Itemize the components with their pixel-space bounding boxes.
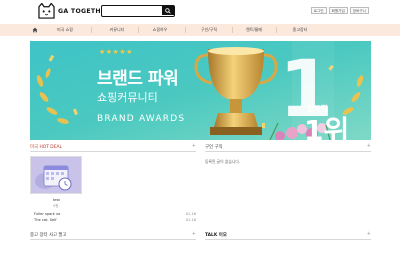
jobs-empty-message: 등록된 글이 없습니다. bbox=[205, 159, 241, 164]
main-nav: 미국 쇼핑 커뮤니티 쇼핑하우 구인/구직 렌트/룸메 중고장터 bbox=[0, 24, 400, 36]
search-box bbox=[101, 5, 175, 17]
list-item-date: 01.16 bbox=[185, 212, 196, 216]
nav-home[interactable] bbox=[30, 24, 40, 36]
nav-item-us-shopping[interactable]: 미국 쇼핑 bbox=[57, 24, 73, 36]
list-item[interactable]: Fuller spark vo 01.16 bbox=[34, 212, 196, 217]
product-card-image[interactable] bbox=[30, 156, 82, 194]
signup-link[interactable]: 회원가입 bbox=[328, 7, 348, 14]
nav-divider bbox=[91, 27, 92, 33]
product-price: 0원 bbox=[53, 204, 59, 208]
nav-divider bbox=[138, 27, 139, 33]
product-thumbnail bbox=[31, 157, 81, 193]
nav-item-jobs[interactable]: 구인/구직 bbox=[201, 24, 217, 36]
nav-item-used-market[interactable]: 중고장터 bbox=[293, 24, 308, 36]
nav-item-shopping-how[interactable]: 쇼핑하우 bbox=[153, 24, 168, 36]
used-market-more-button[interactable]: + bbox=[192, 231, 196, 237]
cat-logo-icon bbox=[38, 3, 55, 19]
cart-link[interactable]: 장바구니 bbox=[349, 7, 369, 14]
banner-title: 브랜드 파워 bbox=[97, 69, 179, 89]
used-market-title[interactable]: 중고 장터 사고 팔고 bbox=[30, 232, 67, 238]
site-logo[interactable]: GA TOGETHER bbox=[37, 3, 111, 19]
hot-deal-title[interactable]: 미국 HOT DEAL bbox=[30, 144, 62, 150]
nav-item-rent[interactable]: 렌트/룸메 bbox=[246, 24, 262, 36]
jobs-more-button[interactable]: + bbox=[367, 143, 371, 149]
product-name[interactable]: test bbox=[53, 198, 60, 202]
list-item-text[interactable]: Fuller spark vo bbox=[34, 212, 60, 216]
nav-divider bbox=[276, 27, 277, 33]
nav-item-community[interactable]: 커뮤니티 bbox=[110, 24, 125, 36]
top-links: 로그인 회원가입 장바구니 bbox=[310, 7, 369, 14]
search-icon bbox=[165, 7, 171, 14]
hot-deal-more-button[interactable]: + bbox=[192, 143, 196, 149]
hot-deal-header: 미국 HOT DEAL + bbox=[30, 143, 196, 152]
banner-stars: ★★★★★ bbox=[99, 48, 133, 56]
nav-divider bbox=[232, 27, 233, 33]
search-input[interactable] bbox=[104, 6, 162, 15]
jobs-title[interactable]: 구인 구직 bbox=[205, 144, 223, 150]
login-link[interactable]: 로그인 bbox=[310, 7, 327, 14]
banner-subtitle: 쇼핑커뮤니티 bbox=[97, 91, 158, 104]
banner-rank: 1위 bbox=[304, 114, 350, 140]
talk-more-button[interactable]: + bbox=[367, 231, 371, 237]
banner-english-title: BRAND AWARDS bbox=[97, 114, 186, 124]
jobs-header: 구인 구직 + bbox=[205, 143, 371, 152]
site-header: GA TOGETHER 로그인 회원가입 장바구니 bbox=[0, 0, 400, 24]
used-market-header: 중고 장터 사고 팔고 + bbox=[30, 231, 196, 240]
talk-header: TALK 이오 + bbox=[205, 231, 371, 240]
main-banner[interactable]: 1 ★★★★★ 브랜드 파워 쇼핑커뮤니티 BRAND AWARDS 압도적 1… bbox=[30, 41, 371, 140]
search-button[interactable] bbox=[162, 6, 174, 15]
nav-divider bbox=[185, 27, 186, 33]
list-item-date: 01.16 bbox=[185, 218, 196, 222]
list-item-text[interactable]: The cat. Self bbox=[34, 218, 56, 222]
talk-title[interactable]: TALK 이오 bbox=[205, 232, 227, 238]
home-icon bbox=[32, 27, 38, 33]
list-item[interactable]: The cat. Self 01.16 bbox=[34, 218, 196, 223]
